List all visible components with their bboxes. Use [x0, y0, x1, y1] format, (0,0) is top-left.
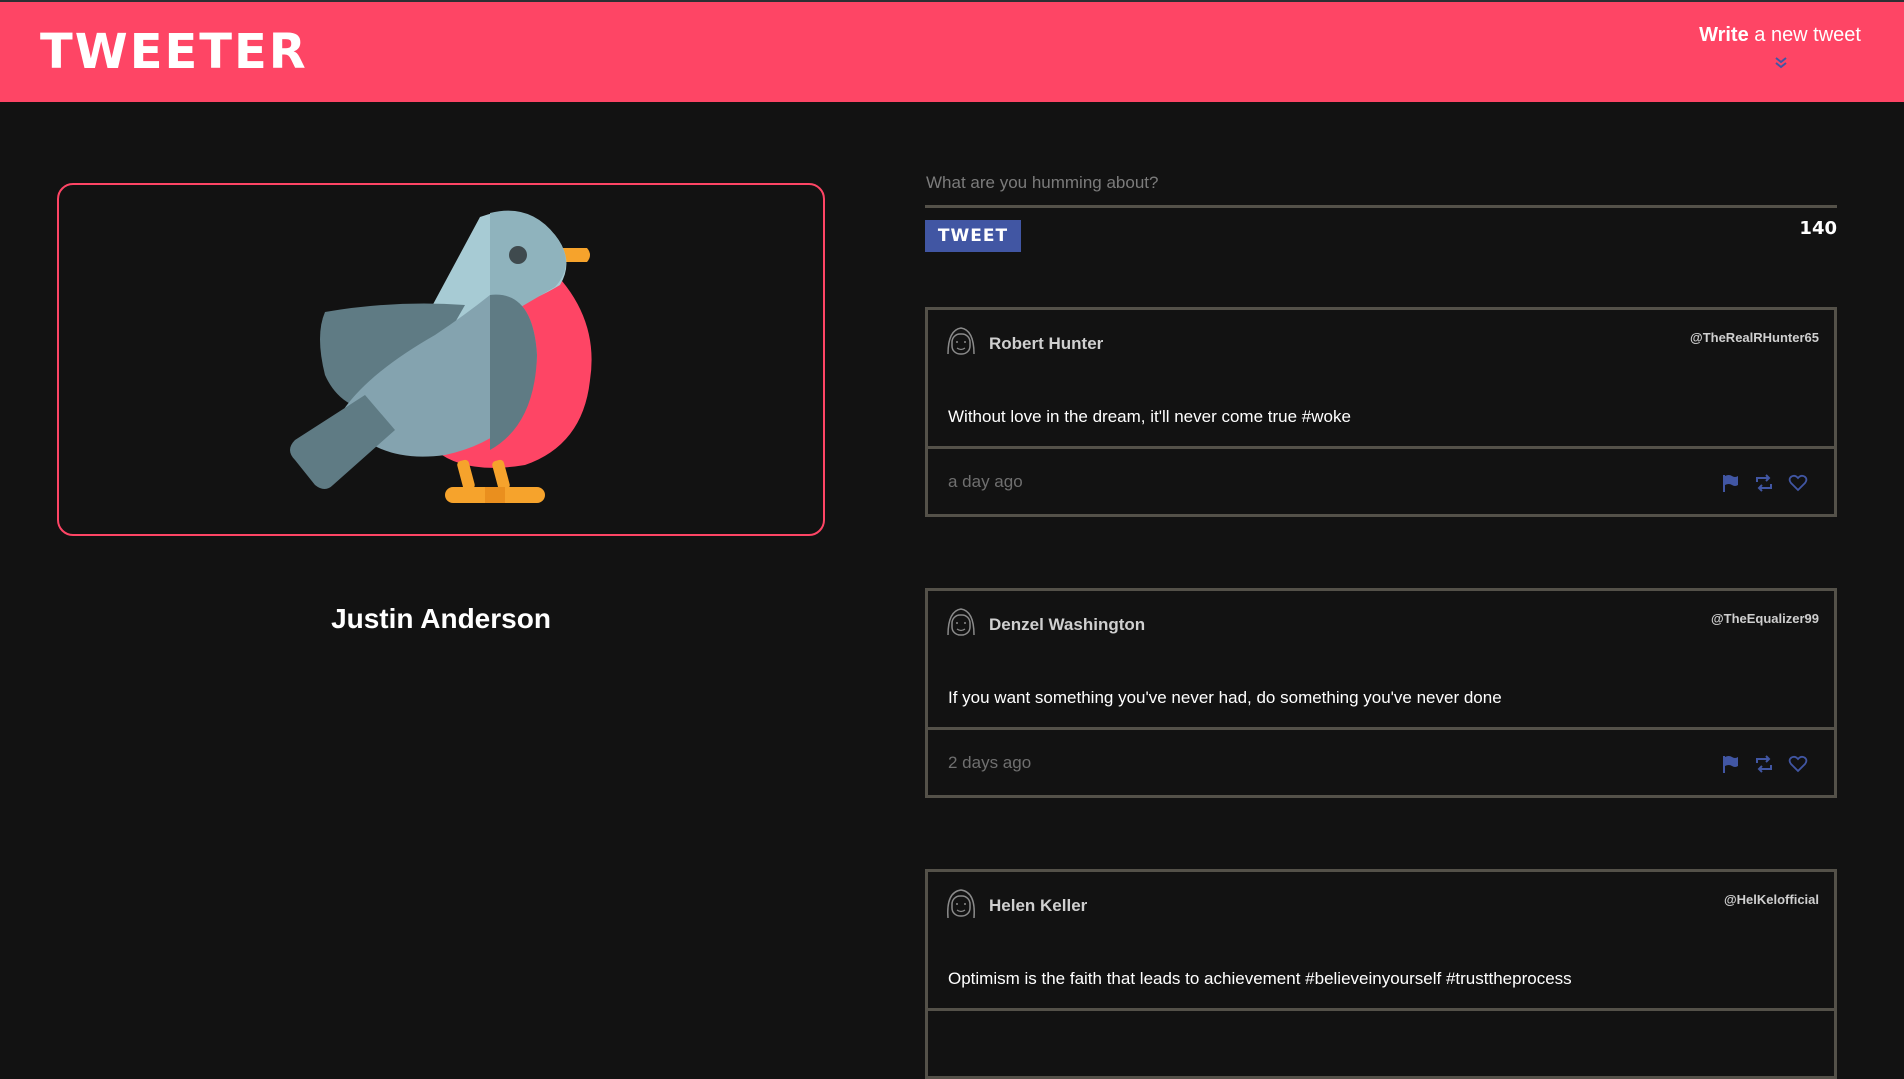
write-label-bold: Write — [1699, 24, 1749, 46]
tweet-header: Robert Hunter @TheRealRHunter65 Without … — [928, 310, 1834, 449]
tweet-timestamp: 2 days ago — [948, 753, 1032, 772]
tweet-card: Robert Hunter @TheRealRHunter65 Without … — [925, 307, 1837, 517]
user-avatar-icon — [947, 327, 975, 355]
bird-icon — [290, 210, 592, 503]
write-label-rest: a new tweet — [1748, 24, 1861, 46]
tweet-actions — [1720, 754, 1808, 774]
profile-name: Justin Anderson — [331, 603, 551, 634]
app-logo[interactable]: TWEETER — [40, 22, 308, 82]
tweet-timestamp: a day ago — [948, 472, 1023, 491]
user-avatar-icon — [947, 889, 975, 919]
tweet-card: Helen Keller @HelKelofficial Optimism is… — [925, 869, 1837, 1079]
write-new-tweet-toggle[interactable]: Write a new tweet — [1661, 24, 1861, 47]
tweet-author: Helen Keller — [989, 896, 1088, 915]
tweet-handle: @TheRealRHunter65 — [1690, 330, 1819, 345]
retweet-icon[interactable] — [1754, 473, 1774, 493]
tweet-content: Optimism is the faith that leads to achi… — [948, 969, 1572, 988]
retweet-icon[interactable] — [1754, 754, 1774, 774]
tweet-header: Helen Keller @HelKelofficial Optimism is… — [928, 872, 1834, 1011]
tweet-footer: 2 days ago — [928, 730, 1834, 798]
tweet-content: If you want something you've never had, … — [948, 688, 1502, 707]
character-counter: 140 — [1799, 218, 1837, 239]
tweet-card: Denzel Washington @TheEqualizer99 If you… — [925, 588, 1837, 798]
double-chevron-down-icon[interactable] — [1773, 56, 1789, 70]
flag-icon[interactable] — [1720, 473, 1740, 493]
tweet-handle: @HelKelofficial — [1723, 892, 1819, 907]
top-nav-bar: TWEETER Write a new tweet — [0, 0, 1904, 102]
tweet-author: Robert Hunter — [989, 334, 1104, 353]
tweet-compose-input[interactable] — [925, 160, 1837, 208]
tweet-handle: @TheEqualizer99 — [1710, 611, 1819, 626]
tweet-content: Without love in the dream, it'll never c… — [948, 407, 1351, 426]
heart-icon[interactable] — [1788, 754, 1808, 774]
user-avatar-icon — [947, 608, 975, 636]
tweet-actions — [1720, 473, 1808, 493]
tweet-header: Denzel Washington @TheEqualizer99 If you… — [928, 591, 1834, 730]
tweet-submit-button[interactable]: TWEET — [925, 220, 1021, 252]
tweet-footer: a day ago — [928, 449, 1834, 517]
heart-icon[interactable] — [1788, 473, 1808, 493]
tweet-author: Denzel Washington — [989, 615, 1146, 634]
flag-icon[interactable] — [1720, 754, 1740, 774]
